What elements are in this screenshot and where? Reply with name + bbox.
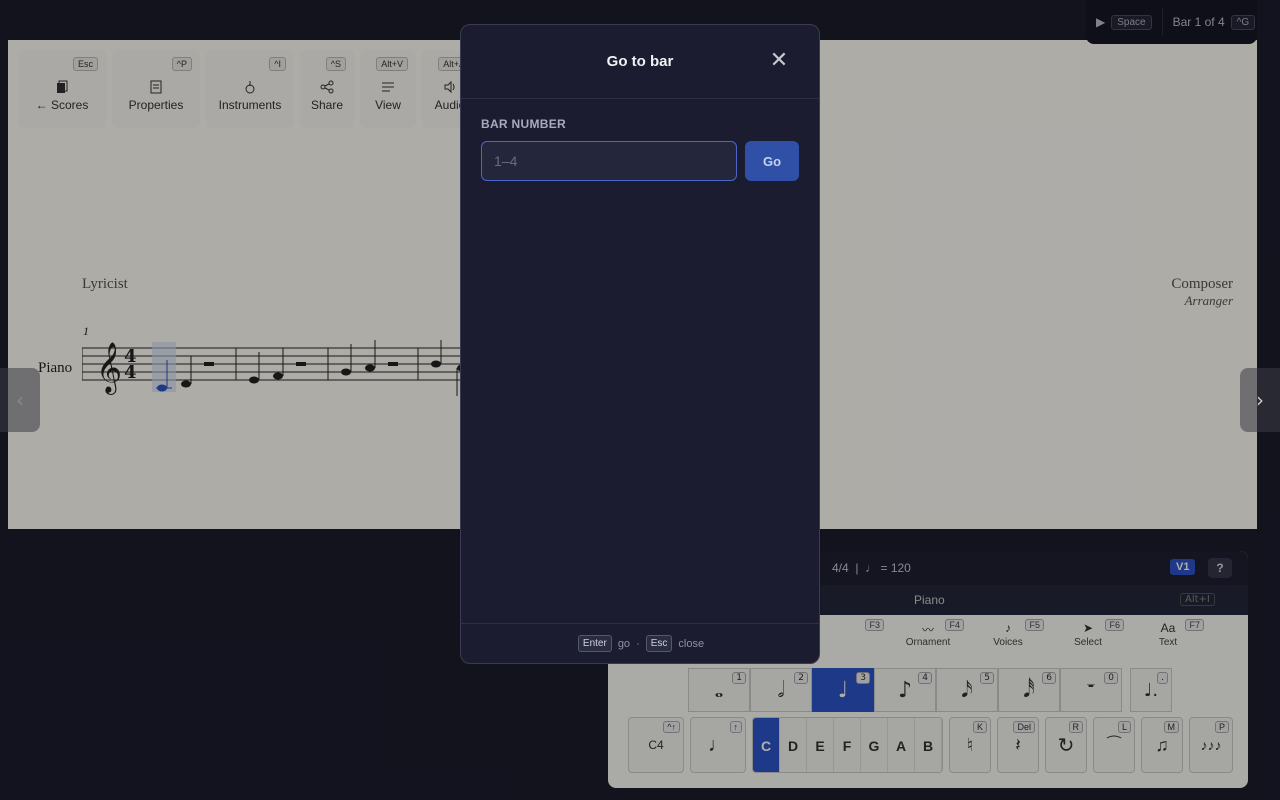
duration-half-button[interactable]: 2 𝅗𝅥 — [750, 668, 812, 712]
chevron-right-icon: › — [1256, 388, 1264, 412]
tie-button[interactable]: L ⁀ — [1093, 717, 1135, 773]
shortcut-badge: Space — [1111, 14, 1152, 30]
palette-instrument-name: Piano — [914, 593, 945, 607]
dialog-footer: Enter go · Esc close — [461, 623, 819, 663]
share-label: Share — [310, 98, 344, 112]
shortcut-badge: ^S — [325, 57, 346, 71]
duration-whole-button[interactable]: 1 𝅝 — [688, 668, 750, 712]
dot-button[interactable]: . ♩. — [1130, 668, 1172, 712]
esc-hint: close — [678, 637, 705, 650]
composer-text[interactable]: Composer — [1171, 276, 1233, 293]
scores-label: ← Scores — [35, 98, 89, 112]
playback-bar: ▶ Space Bar 1 of 4 ^G — [1086, 0, 1257, 44]
chevron-left-icon: ‹ — [16, 388, 24, 412]
share-icon — [320, 80, 334, 94]
duration-eighth-button[interactable]: 4 ♪ — [874, 668, 936, 712]
menu-icon — [382, 82, 394, 92]
esc-key-badge: Esc — [645, 635, 673, 652]
tab-f3[interactable]: F3 — [808, 615, 888, 655]
pitch-row: ^↑ C4 ↑ ♩ C D E F G A B K ♮ Del 𝄽 R ↻ L ⁀ M ♫ P… — [628, 717, 1233, 773]
instrument-icon — [245, 81, 255, 94]
dialog-header: Go to bar ✕ — [461, 25, 819, 99]
properties-button[interactable]: ^P Properties — [112, 50, 200, 128]
dialog-title: Go to bar — [606, 53, 674, 70]
next-page-button[interactable]: › — [1240, 368, 1280, 432]
enter-key-badge: Enter — [577, 635, 612, 652]
shortcut-badge: Alt+V — [376, 57, 408, 71]
note-name-buttons: C D E F G A B — [752, 717, 943, 773]
score-toolbar: Esc ← Scores ^P Properties ^I Instrument… — [18, 50, 478, 128]
tuplet-button[interactable]: P ♪♪♪ — [1189, 717, 1233, 773]
natural-button[interactable]: K ♮ — [949, 717, 991, 773]
instruments-label: Instruments — [218, 98, 282, 112]
palette-meta: 4/4 | ♩ = 120 — [832, 561, 911, 575]
note-d-button[interactable]: D — [780, 718, 807, 772]
shortcut-badge: Alt+I — [1180, 593, 1215, 606]
bar-status[interactable]: Bar 1 of 4 — [1173, 15, 1225, 29]
duration-quarter-button[interactable]: 3 ♩ — [812, 668, 874, 712]
note-g-button[interactable]: G — [861, 718, 888, 772]
cursor-highlight — [152, 342, 176, 392]
note-e-button[interactable]: E — [807, 718, 834, 772]
staff[interactable]: 𝄞 4 4 — [82, 340, 482, 410]
bar-number-input[interactable] — [481, 141, 737, 181]
duration-thirtysecond-button[interactable]: 6 𝅘𝅥𝅰 — [998, 668, 1060, 712]
octave-control[interactable]: ^↑ C4 — [628, 717, 684, 773]
help-button[interactable]: ? — [1208, 558, 1232, 578]
shortcut-badge: ^P — [171, 57, 192, 71]
shortcut-badge: ^I — [269, 57, 286, 71]
arranger-text[interactable]: Arranger — [1185, 293, 1233, 309]
duration-row: 1 𝅝 2 𝅗𝅥 3 ♩ 4 ♪ 5 𝅘𝅥𝅯 6 𝅘𝅥𝅰 0 𝄻 . ♩. — [688, 668, 1172, 712]
duration-bar-rest-button[interactable]: 0 𝄻 — [1060, 668, 1122, 712]
document-icon — [150, 80, 162, 94]
close-icon[interactable]: ✕ — [769, 50, 789, 72]
svg-text:4: 4 — [124, 362, 137, 383]
properties-label: Properties — [128, 98, 184, 112]
mode-tabs: F3 〰 F4 Ornament ♪ F5 Voices ➤ F6 Select Aa F7 T… — [808, 615, 1248, 655]
enter-hint: go — [617, 637, 631, 650]
step-control[interactable]: ↑ ♩ — [690, 717, 746, 773]
voice-badge[interactable]: V1 — [1170, 559, 1196, 575]
lyricist-text[interactable]: Lyricist — [82, 276, 128, 293]
go-to-bar-dialog: Go to bar ✕ BAR NUMBER Go Enter go · Esc… — [460, 24, 820, 664]
instrument-name: Piano — [38, 360, 73, 376]
footer-separator: · — [636, 637, 640, 650]
speaker-icon — [444, 80, 455, 94]
go-button[interactable]: Go — [745, 141, 799, 181]
share-button[interactable]: ^S Share — [300, 50, 354, 128]
instruments-button[interactable]: ^I Instruments — [206, 50, 294, 128]
scores-icon — [57, 80, 68, 93]
note-a-button[interactable]: A — [888, 718, 915, 772]
note-f-button[interactable]: F — [834, 718, 861, 772]
chord-button[interactable]: M ♫ — [1141, 717, 1183, 773]
note-b-button[interactable]: B — [915, 718, 942, 772]
bar-number: 1 — [83, 324, 89, 338]
bar-number-label: BAR NUMBER — [481, 117, 566, 131]
view-button[interactable]: Alt+V View — [360, 50, 416, 128]
tab-text[interactable]: Aa F7 Text — [1128, 615, 1208, 655]
scores-button[interactable]: Esc ← Scores — [18, 50, 106, 128]
shortcut-badge: Esc — [72, 57, 98, 71]
note-c-button[interactable]: C — [753, 718, 780, 772]
shortcut-badge: ^G — [1230, 14, 1256, 30]
treble-clef-icon: 𝄞 — [96, 342, 122, 395]
previous-page-button[interactable]: ‹ — [0, 368, 40, 432]
tab-voices[interactable]: ♪ F5 Voices — [968, 615, 1048, 655]
duration-sixteenth-button[interactable]: 5 𝅘𝅥𝅯 — [936, 668, 998, 712]
play-button[interactable]: ▶ Space — [1086, 14, 1152, 30]
repeat-icon[interactable]: R ↻ — [1045, 717, 1087, 773]
play-icon: ▶ — [1096, 15, 1106, 29]
view-label: View — [375, 98, 401, 112]
rest-button[interactable]: Del 𝄽 — [997, 717, 1039, 773]
tab-ornament[interactable]: 〰 F4 Ornament — [888, 615, 968, 655]
tab-select[interactable]: ➤ F6 Select — [1048, 615, 1128, 655]
